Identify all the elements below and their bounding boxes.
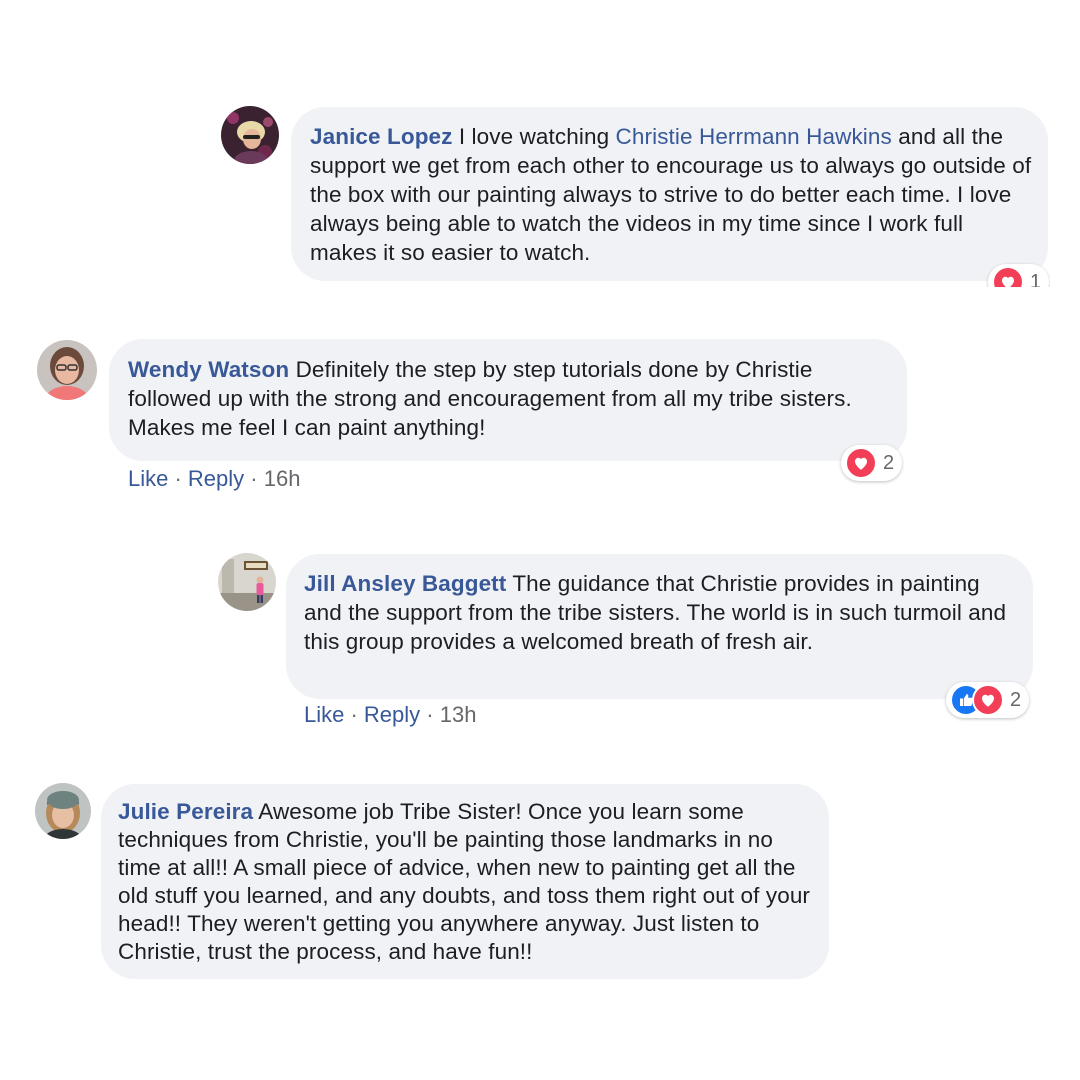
separator: · <box>168 466 188 491</box>
comment-author[interactable]: Julie Pereira <box>118 799 253 824</box>
reaction-count: 2 <box>883 451 895 474</box>
comment-author[interactable]: Jill Ansley Baggett <box>304 571 506 596</box>
separator: · <box>244 466 264 491</box>
avatar[interactable] <box>221 106 279 164</box>
reaction-count: 1 <box>1030 270 1042 288</box>
timestamp[interactable]: 13h <box>440 702 477 727</box>
avatar-photo-jill <box>218 553 276 611</box>
separator: · <box>344 702 364 727</box>
like-link[interactable]: Like <box>128 466 168 491</box>
reaction-summary[interactable]: 1 <box>988 264 1050 288</box>
mention-link[interactable]: Christie Herrmann Hawkins <box>616 124 892 149</box>
heart-icon <box>972 684 1004 716</box>
avatar[interactable] <box>37 340 97 400</box>
comment-actions: Like · Reply · 13h <box>304 702 476 728</box>
reaction-summary[interactable]: 2 <box>946 682 1030 718</box>
reply-link[interactable]: Reply <box>188 466 244 491</box>
comment-bubble: Julie Pereira Awesome job Tribe Sister! … <box>101 784 829 979</box>
heart-icon <box>992 266 1024 287</box>
separator: · <box>420 702 440 727</box>
reactions-clip: 1 <box>980 258 1050 287</box>
comment-bubble: Jill Ansley Baggett The guidance that Ch… <box>286 554 1033 699</box>
avatar-photo-wendy <box>37 340 97 400</box>
avatar[interactable] <box>218 553 276 611</box>
reaction-summary[interactable]: 2 <box>841 445 903 481</box>
timestamp[interactable]: 16h <box>264 466 301 491</box>
comment-actions: Like · Reply · 16h <box>128 466 300 492</box>
comment-author[interactable]: Janice Lopez <box>310 124 453 149</box>
heart-icon <box>845 447 877 479</box>
comment-text: I love watching <box>452 124 616 149</box>
comment-bubble: Janice Lopez I love watching Christie He… <box>291 107 1048 281</box>
comment-author[interactable]: Wendy Watson <box>128 357 289 382</box>
like-link[interactable]: Like <box>304 702 344 727</box>
comment-bubble: Wendy Watson Definitely the step by step… <box>109 339 907 461</box>
avatar-photo-julie <box>35 783 91 839</box>
reaction-count: 2 <box>1010 688 1022 711</box>
avatar[interactable] <box>35 783 91 839</box>
reply-link[interactable]: Reply <box>364 702 420 727</box>
avatar-photo-janice <box>221 106 279 164</box>
